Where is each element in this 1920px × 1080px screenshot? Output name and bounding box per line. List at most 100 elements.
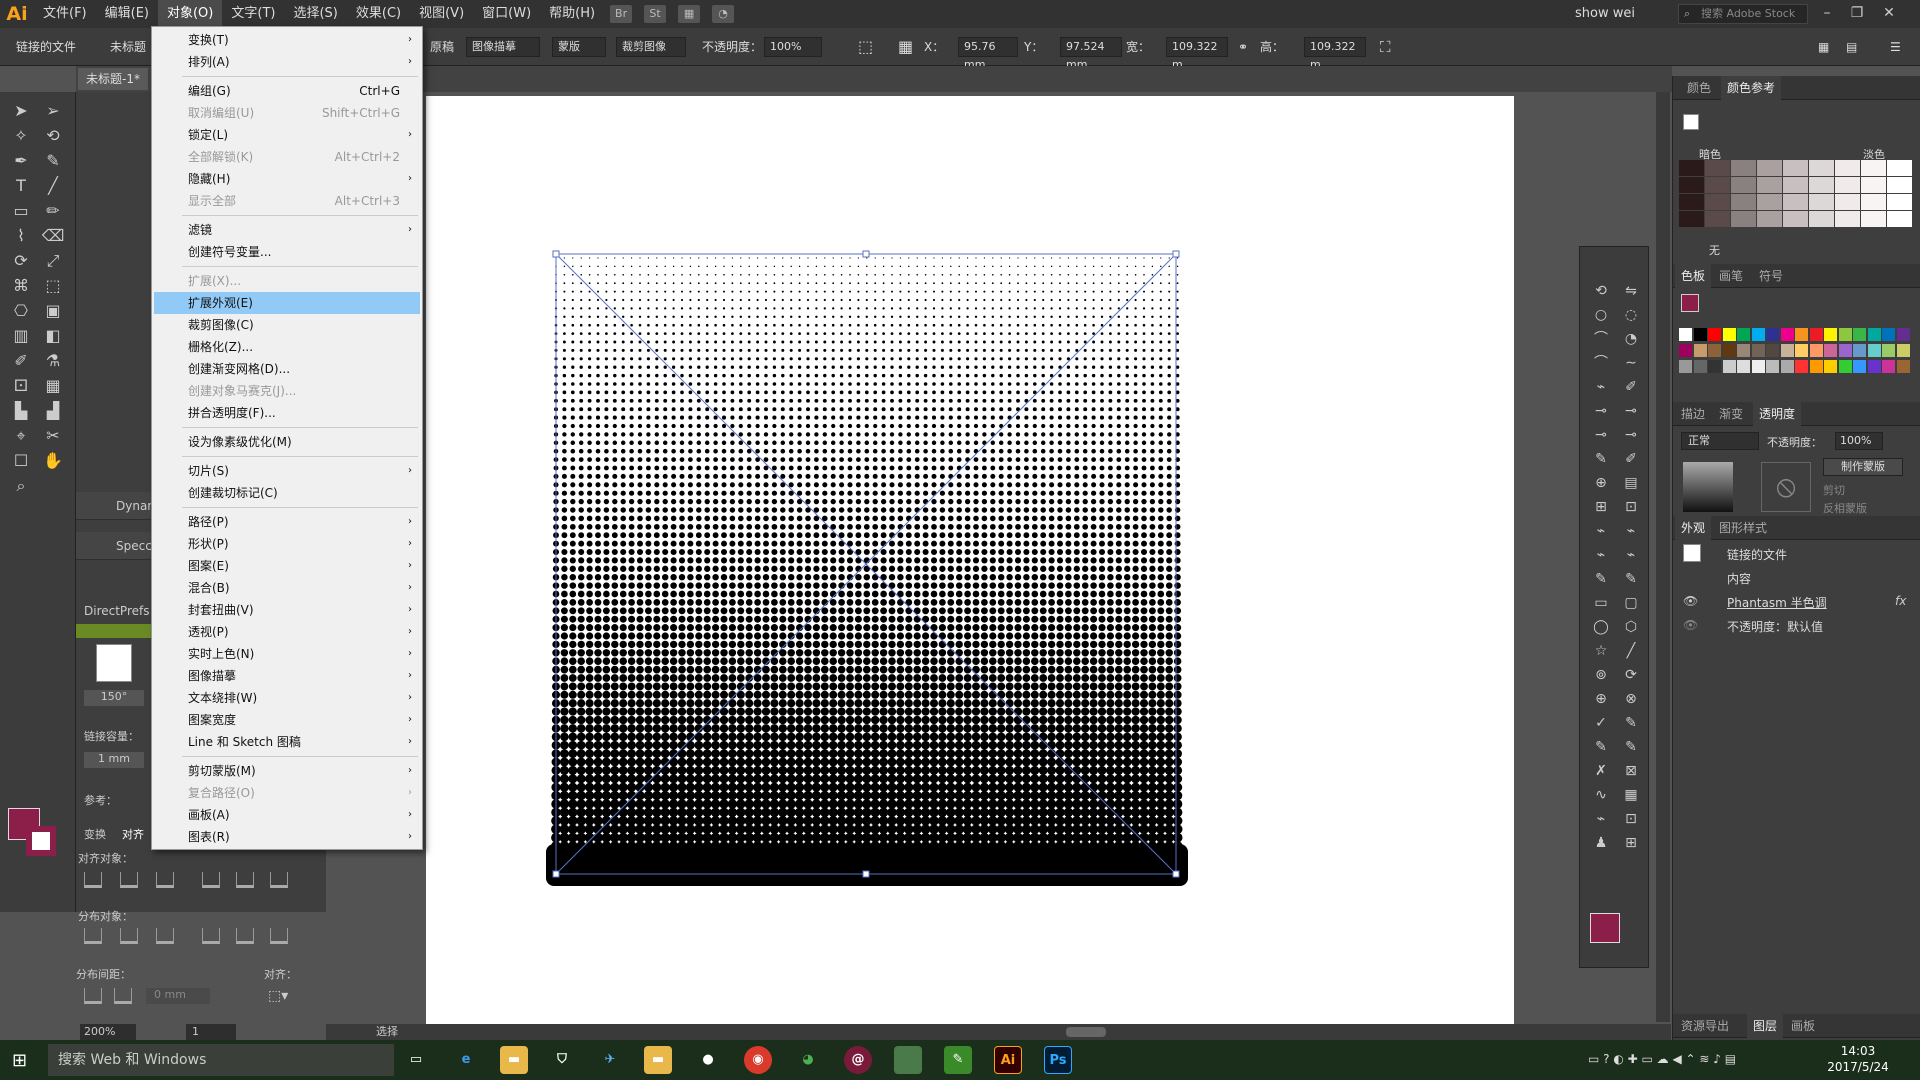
color-guide-swatch[interactable] — [1705, 177, 1730, 193]
extension-tool-icon[interactable]: ☆ — [1590, 641, 1612, 661]
rotate-tool-icon[interactable]: ⟳ — [8, 250, 34, 272]
dashes-value[interactable]: 1 mm — [84, 752, 144, 768]
extension-tool-icon[interactable]: ✓ — [1590, 713, 1612, 733]
menu-file[interactable]: 文件(F) — [34, 0, 96, 28]
distribute-vspace-icon[interactable] — [84, 988, 102, 1004]
color-swatch[interactable] — [1853, 328, 1866, 341]
close-icon[interactable]: ✕ — [1874, 0, 1904, 28]
taskbar-clock[interactable]: 14:03 2017/5/24 — [1818, 1043, 1898, 1075]
menu-type[interactable]: 文字(T) — [222, 0, 284, 28]
width-input[interactable]: 109.322 m — [1166, 37, 1228, 71]
extension-tool-icon[interactable]: ⇋ — [1620, 281, 1642, 301]
object-menu-item[interactable]: 编组(G) Ctrl+G — [154, 80, 420, 102]
color-guide-swatch[interactable] — [1887, 160, 1912, 176]
extension-tool-icon[interactable]: ⌁ — [1590, 521, 1612, 541]
shaper-icon[interactable]: ⌇ — [8, 225, 34, 247]
color-swatch[interactable] — [1722, 328, 1736, 341]
color-swatch[interactable] — [1896, 344, 1910, 357]
stock-search-input[interactable]: 搜索 Adobe Stock — [1678, 4, 1808, 24]
hand-icon[interactable]: ✋ — [40, 450, 66, 472]
perspective-icon[interactable]: ▣ — [40, 300, 66, 322]
object-menu-item[interactable]: 图像描摹 › — [154, 665, 420, 687]
extension-tool-icon[interactable]: ⊸ — [1620, 401, 1642, 421]
curvature-tool-icon[interactable]: ✎ — [40, 150, 66, 172]
transform-tab[interactable]: 变换 — [84, 826, 106, 842]
color-guide-swatch[interactable] — [1731, 211, 1756, 227]
shape-icon[interactable]: ☐ — [8, 450, 34, 472]
width-tool-icon[interactable]: ⌘ — [8, 275, 34, 297]
panel-fill-color-icon[interactable] — [1590, 913, 1620, 943]
object-menu-item[interactable]: 创建裁切标记(C) — [154, 482, 420, 504]
system-tray-icons[interactable]: ▭ ? ◐ ✚ ▭ ☁ ◀ ⌃ ≋ ♪ ▤ — [1588, 1052, 1736, 1066]
extension-tool-icon[interactable]: ▦ — [1620, 785, 1642, 805]
color-guide-swatch[interactable] — [1731, 177, 1756, 193]
transparency-opacity-input[interactable]: 100% — [1835, 432, 1883, 450]
app-bird-icon[interactable]: ✈ — [596, 1046, 624, 1074]
color-swatch[interactable] — [1766, 360, 1779, 373]
y-input[interactable]: 97.524 mm — [1060, 37, 1122, 71]
color-guide-grid[interactable] — [1679, 160, 1915, 234]
color-guide-swatch[interactable] — [1835, 194, 1860, 210]
color-swatch[interactable] — [1780, 328, 1794, 341]
distribute-hcenter-icon[interactable] — [236, 928, 254, 944]
gradient-tool-icon[interactable]: ◧ — [40, 325, 66, 347]
align-tab[interactable]: 对齐 — [122, 826, 144, 842]
extension-tool-icon[interactable]: ∿ — [1590, 785, 1612, 805]
align-middle-icon[interactable] — [236, 872, 254, 888]
crop-image-button[interactable]: 裁剪图像 — [616, 37, 686, 57]
object-menu-item[interactable]: 形状(P) › — [154, 533, 420, 555]
menu-object[interactable]: 对象(O) — [157, 0, 223, 28]
color-swatch[interactable] — [1737, 328, 1750, 341]
object-menu-item[interactable]: 滤镜 › — [154, 219, 420, 241]
color-swatch[interactable] — [1708, 344, 1721, 357]
menu-help[interactable]: 帮助(H) — [540, 0, 604, 28]
color-guide-swatch[interactable] — [1861, 211, 1886, 227]
extension-tool-icon[interactable]: ✎ — [1590, 737, 1612, 757]
object-menu-item[interactable]: 剪切蒙版(M) › — [154, 760, 420, 782]
eraser-icon[interactable]: ⌫ — [40, 225, 66, 247]
color-swatch[interactable] — [1838, 360, 1852, 373]
color-guide-swatch[interactable] — [1809, 211, 1834, 227]
distribute-top-icon[interactable] — [84, 928, 102, 944]
object-menu-item[interactable]: 隐藏(H) › — [154, 168, 420, 190]
tab-swatches[interactable]: 色板 — [1675, 264, 1712, 288]
color-swatch[interactable] — [1737, 360, 1750, 373]
symbol-sprayer-icon[interactable]: ⚀ — [8, 375, 34, 397]
color-swatch[interactable] — [1679, 344, 1692, 357]
extension-tool-icon[interactable]: ⊸ — [1590, 401, 1612, 421]
align-left-icon[interactable] — [84, 872, 102, 888]
distribute-left-icon[interactable] — [202, 928, 220, 944]
distribute-bottom-icon[interactable] — [156, 928, 174, 944]
extension-tool-icon[interactable]: ✗ — [1590, 761, 1612, 781]
extension-tool-icon[interactable]: ◔ — [1620, 329, 1642, 349]
color-guide-swatch[interactable] — [1809, 160, 1834, 176]
extension-tool-icon[interactable]: ◯ — [1590, 617, 1612, 637]
maximize-icon[interactable]: ❐ — [1842, 0, 1872, 28]
extension-tool-icon[interactable]: ⌒ — [1590, 329, 1612, 349]
link-proportions-icon[interactable]: ⚭ — [1238, 38, 1248, 56]
tab-color[interactable]: 颜色 — [1681, 76, 1717, 100]
object-menu-item[interactable]: 拼合透明度(F)... — [154, 402, 420, 424]
tab-asset-export[interactable]: 资源导出 — [1675, 1014, 1735, 1038]
align-right-icon[interactable] — [156, 872, 174, 888]
tab-color-guide[interactable]: 颜色参考 — [1721, 76, 1782, 100]
stock-button[interactable]: St — [644, 5, 667, 23]
panel-grid-icon[interactable]: ▦ — [1818, 38, 1829, 56]
object-menu-item[interactable]: 裁剪图像(C) — [154, 314, 420, 336]
extension-tool-icon[interactable]: ♟ — [1590, 833, 1612, 853]
extension-tool-icon[interactable]: ⬡ — [1620, 617, 1642, 637]
color-guide-swatch[interactable] — [1861, 194, 1886, 210]
edge-icon[interactable]: e — [452, 1046, 480, 1074]
selection-tool-icon[interactable]: ➤ — [8, 100, 34, 122]
object-menu-item[interactable]: 扩展外观(E) — [154, 292, 420, 314]
document-tab[interactable]: 未标题-1* — [78, 68, 148, 90]
app-blank-icon[interactable] — [894, 1046, 922, 1074]
artboard-tool-icon[interactable]: ▙ — [8, 400, 34, 422]
extension-tool-icon[interactable]: ⊕ — [1590, 689, 1612, 709]
color-guide-swatch[interactable] — [1705, 194, 1730, 210]
extension-tool-icon[interactable]: ○ — [1590, 305, 1612, 325]
color-guide-swatch[interactable] — [1809, 194, 1834, 210]
color-guide-swatch[interactable] — [1887, 194, 1912, 210]
distribute-right-icon[interactable] — [270, 928, 288, 944]
invert-mask-checkbox[interactable]: 反相蒙版 — [1823, 500, 1867, 516]
